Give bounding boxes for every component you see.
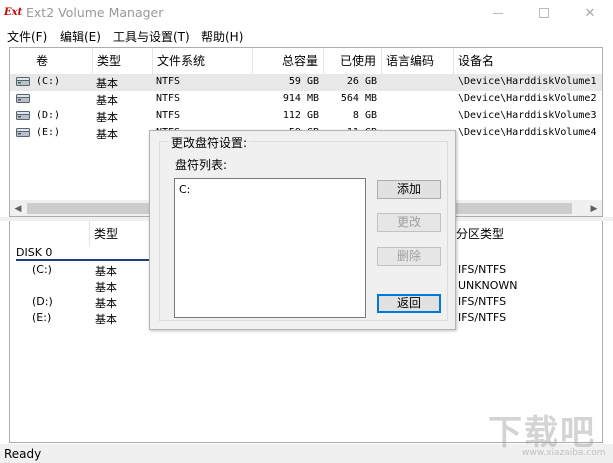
column-header-filesystem[interactable]: 文件系统 — [153, 48, 253, 74]
drive-list-label: 盘符列表: — [175, 158, 228, 172]
minimize-icon — [493, 12, 503, 14]
chevron-right-icon: ▶ — [590, 204, 598, 214]
change-drive-letter-dialog: 更改盘符设置: 盘符列表: C: 添加 更改 删除 返回 — [149, 130, 456, 330]
menu-bar: 文件(F) 编辑(E) 工具与设置(T) 帮助(H) — [0, 26, 613, 46]
scroll-left-button[interactable]: ◀ — [10, 201, 26, 216]
table-row[interactable]: (D:) 基本 NTFS 112 GB 8 GB \Device\Harddis… — [10, 108, 602, 125]
partition-type: 基本 — [95, 265, 117, 278]
partition-volume[interactable]: (C:) — [32, 263, 52, 276]
column-header-partition-type[interactable]: 分区类型 — [450, 221, 602, 247]
menu-edit[interactable]: 编辑(E) — [60, 28, 101, 45]
disk-label[interactable]: DISK 0 — [16, 246, 52, 259]
cell-used: 564 MB — [340, 93, 377, 104]
column-header-volume-blank[interactable] — [10, 221, 90, 247]
cell-volume: (C:) — [36, 76, 61, 87]
partition-type: 基本 — [95, 313, 117, 326]
partition-volume[interactable]: (D:) — [32, 295, 53, 308]
cell-device: \Device\HarddiskVolume2 — [458, 93, 597, 104]
cell-used: 26 GB — [346, 76, 377, 87]
partition-fs: IFS/NTFS — [458, 311, 507, 324]
cell-total: 112 GB — [282, 110, 319, 121]
disk-drive-icon — [16, 94, 30, 103]
partition-fs: IFS/NTFS — [458, 263, 507, 276]
disk-divider — [16, 259, 151, 261]
partition-type: 基本 — [95, 281, 117, 294]
cell-filesystem: NTFS — [156, 76, 181, 87]
cell-volume: (E:) — [36, 127, 61, 138]
cell-device: \Device\HarddiskVolume3 — [458, 110, 597, 121]
cell-type: 基本 — [96, 77, 118, 90]
cell-device: \Device\HarddiskVolume4 — [458, 127, 597, 138]
app-logo-icon: Ext — [4, 7, 23, 18]
minimize-button[interactable] — [475, 0, 521, 26]
cell-total: 914 MB — [282, 93, 319, 104]
list-item[interactable]: C: — [179, 183, 190, 196]
partition-fs: IFS/NTFS — [458, 295, 507, 308]
cell-filesystem: NTFS — [156, 93, 181, 104]
status-text: Ready — [4, 447, 42, 461]
menu-help[interactable]: 帮助(H) — [201, 28, 243, 45]
partition-type: 基本 — [95, 297, 117, 310]
disk-drive-icon — [16, 128, 30, 137]
cell-filesystem: NTFS — [156, 110, 181, 121]
group-title: 更改盘符设置: — [169, 134, 250, 151]
cell-used: 8 GB — [352, 110, 377, 121]
column-header-total[interactable]: 总容量 — [253, 48, 324, 74]
drive-letter-list[interactable]: C: — [174, 178, 366, 318]
column-header-used[interactable]: 已使用 — [324, 48, 382, 74]
column-header-encoding[interactable]: 语言编码 — [382, 48, 454, 74]
scroll-right-button[interactable]: ▶ — [586, 201, 602, 216]
back-button[interactable]: 返回 — [377, 294, 441, 313]
add-button[interactable]: 添加 — [377, 180, 441, 199]
maximize-icon — [539, 8, 549, 18]
watermark-url: www.xiazaiba.com — [522, 448, 606, 458]
partition-fs: UNKNOWN — [458, 279, 518, 292]
close-icon: ✕ — [584, 5, 596, 21]
title-bar: Ext Ext2 Volume Manager ✕ — [0, 0, 613, 26]
cell-total: 59 GB — [288, 76, 319, 87]
menu-file[interactable]: 文件(F) — [7, 28, 47, 45]
table-row[interactable]: (C:) 基本 NTFS 59 GB 26 GB \Device\Harddis… — [10, 74, 602, 91]
column-header-device[interactable]: 设备名 — [454, 48, 602, 74]
menu-tools[interactable]: 工具与设置(T) — [113, 28, 190, 45]
chevron-left-icon: ◀ — [14, 204, 22, 214]
cell-device: \Device\HarddiskVolume1 — [458, 76, 597, 87]
watermark-logo: 下载吧 — [488, 413, 596, 453]
maximize-button[interactable] — [521, 0, 567, 26]
disk-drive-icon — [16, 111, 30, 120]
cell-type: 基本 — [96, 111, 118, 124]
delete-button[interactable]: 删除 — [377, 247, 441, 266]
cell-type: 基本 — [96, 128, 118, 141]
column-header-type[interactable]: 类型 — [93, 48, 153, 74]
window-title: Ext2 Volume Manager — [26, 5, 164, 20]
cell-volume: (D:) — [36, 110, 61, 121]
table-row[interactable]: 基本 NTFS 914 MB 564 MB \Device\HarddiskVo… — [10, 91, 602, 108]
column-header-volume[interactable]: 卷 — [10, 48, 93, 74]
disk-drive-icon — [16, 77, 30, 86]
close-button[interactable]: ✕ — [567, 0, 613, 26]
column-header-type[interactable]: 类型 — [90, 221, 150, 247]
change-button[interactable]: 更改 — [377, 213, 441, 232]
partition-volume[interactable]: (E:) — [32, 311, 51, 324]
cell-type: 基本 — [96, 94, 118, 107]
